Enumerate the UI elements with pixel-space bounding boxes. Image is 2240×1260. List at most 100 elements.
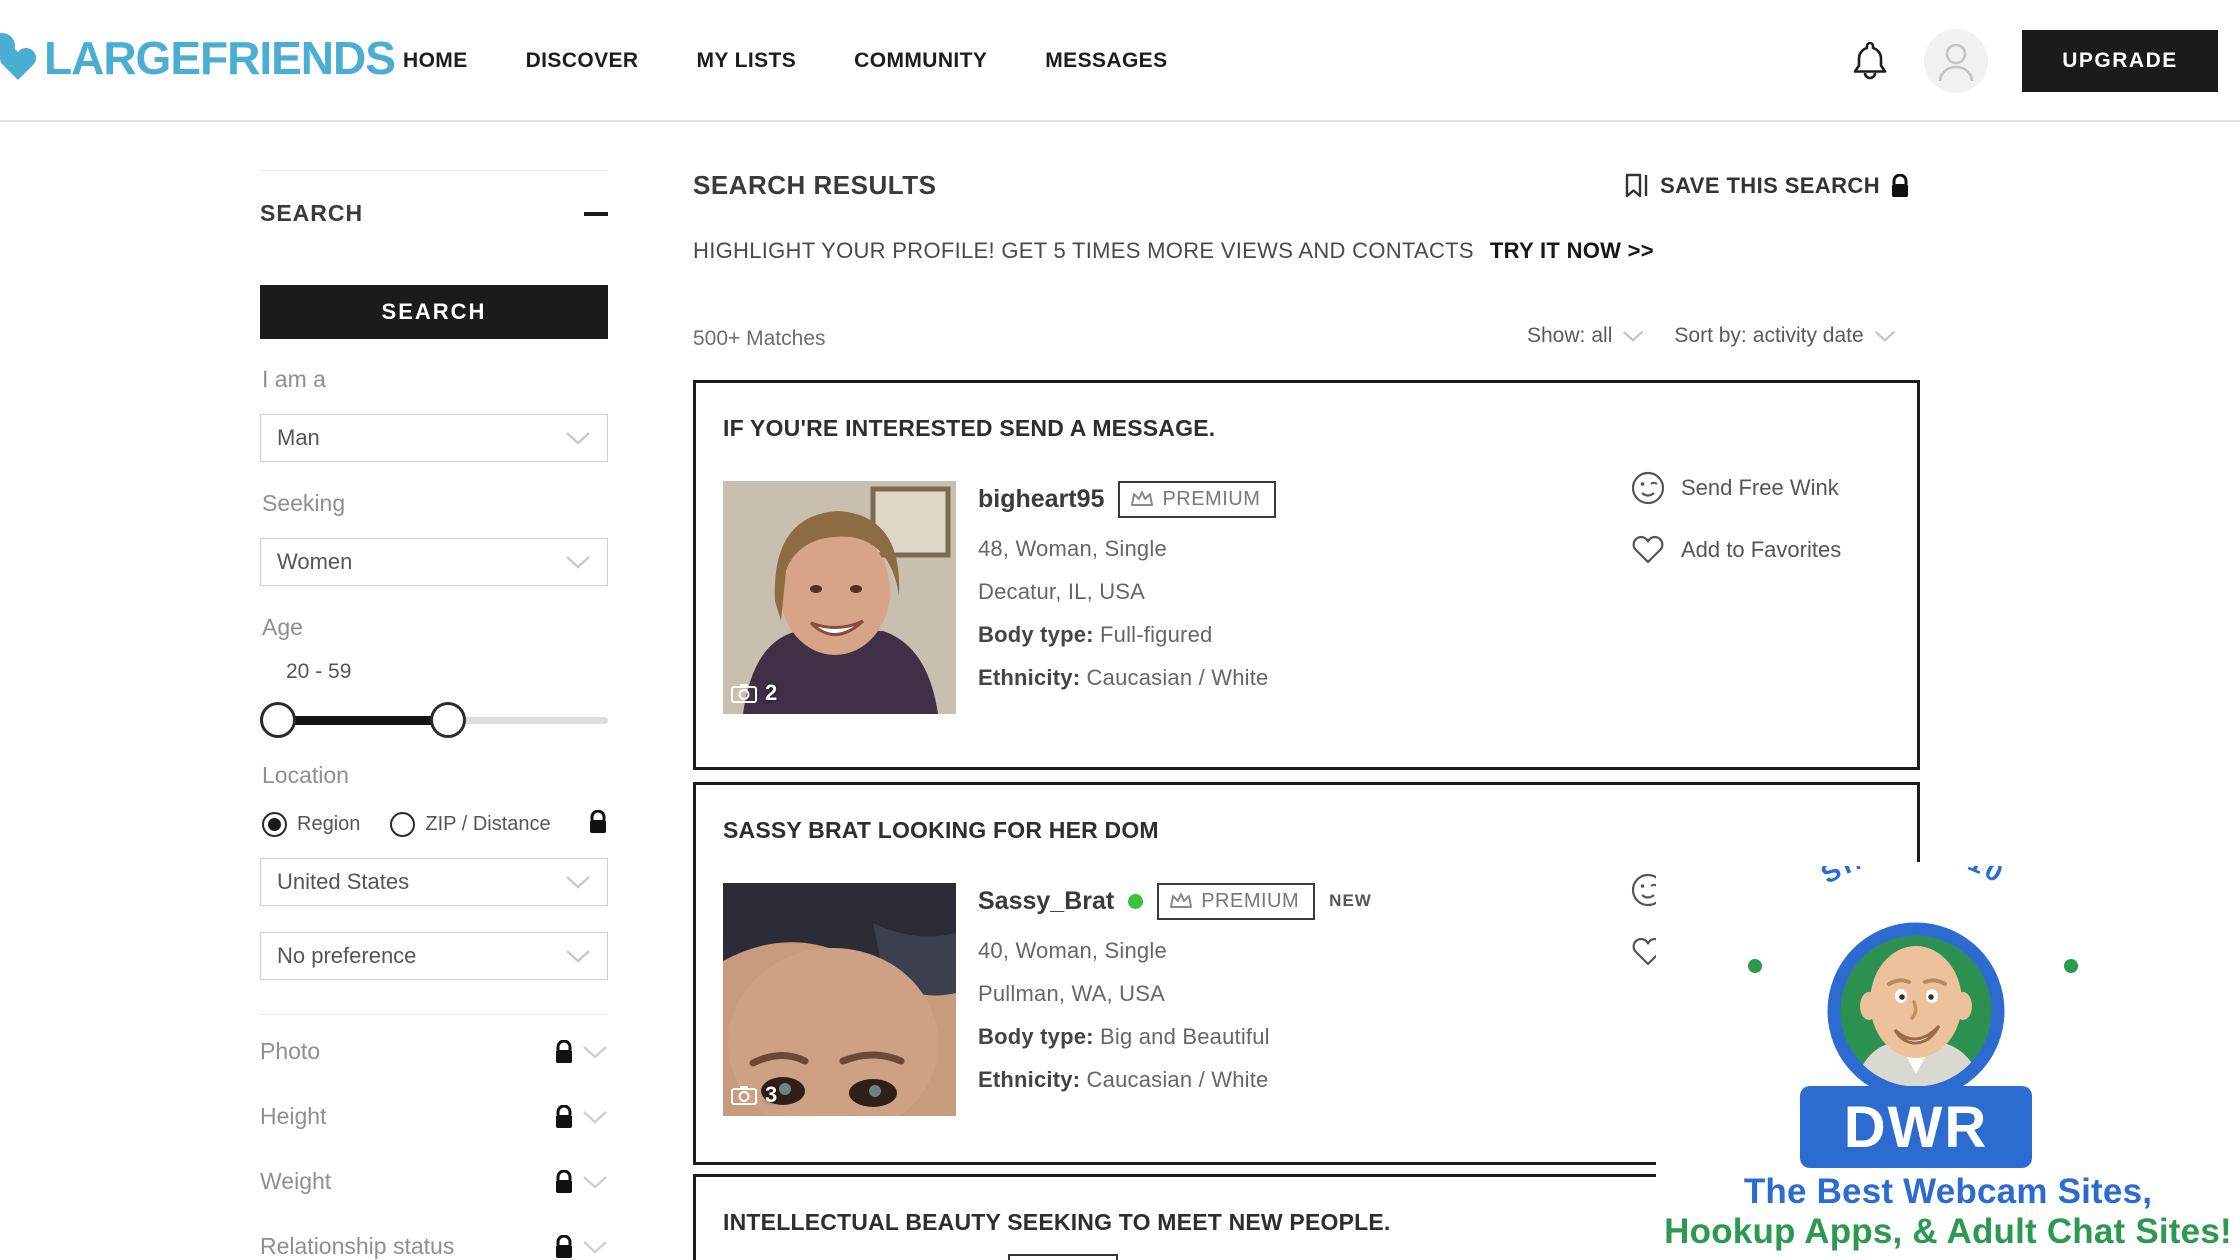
new-member-tag: NEW <box>1329 891 1372 911</box>
chevron-down-icon <box>565 949 591 963</box>
profile-info: Sassy_Brat PREMIUM NEW 40, Woman, Single… <box>978 881 1372 1093</box>
logo-heart-icon <box>0 30 44 86</box>
seeking-value: Women <box>277 549 352 575</box>
save-search-label: SAVE THIS SEARCH <box>1660 173 1880 199</box>
top-header: LARGEFRIENDS HOME DISCOVER MY LISTS COMM… <box>0 0 2240 122</box>
show-filter-dropdown[interactable]: Show: all <box>1527 324 1644 348</box>
chevron-down-icon <box>582 1175 608 1189</box>
header-right: UPGRADE <box>1850 0 2218 122</box>
ethnicity-value: Caucasian / White <box>1087 665 1269 690</box>
show-value: all <box>1591 324 1612 348</box>
nav-messages[interactable]: MESSAGES <box>1045 49 1167 73</box>
result-card-bigheart95: IF YOU'RE INTERESTED SEND A MESSAGE. <box>693 380 1920 770</box>
age-slider <box>260 702 608 738</box>
filter-height[interactable]: Height <box>260 1103 608 1130</box>
weight-filter-label: Weight <box>260 1168 331 1195</box>
chevron-down-icon <box>582 1110 608 1124</box>
upgrade-button[interactable]: UPGRADE <box>2022 30 2218 92</box>
body-type-label: Body type: <box>978 622 1094 647</box>
chevron-down-icon <box>1874 330 1896 342</box>
location-line: Pullman, WA, USA <box>978 981 1372 1007</box>
collapse-panel-icon[interactable] <box>584 212 608 216</box>
premium-badge: PREMIUM <box>1157 883 1315 920</box>
nav-my-lists[interactable]: MY LISTS <box>697 49 797 73</box>
filter-relationship-status[interactable]: Relationship status <box>260 1233 608 1260</box>
age-slider-handle-max[interactable] <box>430 702 466 738</box>
lock-icon <box>554 1105 574 1129</box>
ethnicity-value: Caucasian / White <box>1087 1067 1269 1092</box>
sort-value: activity date <box>1753 324 1864 348</box>
show-label: Show: <box>1527 324 1585 348</box>
profile-photo[interactable]: 3 <box>723 883 956 1116</box>
location-line: Decatur, IL, USA <box>978 579 1276 605</box>
country-select[interactable]: United States <box>260 858 608 906</box>
online-status-dot <box>1128 894 1143 909</box>
filter-photo[interactable]: Photo <box>260 1038 608 1065</box>
photo-count-badge: 2 <box>731 680 777 706</box>
add-to-favorites-button[interactable]: Add to Favorites <box>1631 534 1841 566</box>
photo-count-badge: 3 <box>731 1082 777 1108</box>
notifications-bell-icon[interactable] <box>1850 39 1890 83</box>
ethnicity-line: Ethnicity: Caucasian / White <box>978 665 1276 691</box>
i-am-a-value: Man <box>277 425 320 451</box>
state-preference-select[interactable]: No preference <box>260 932 608 980</box>
promo-try-it-now-link[interactable]: TRY IT NOW >> <box>1490 238 1654 264</box>
ethnicity-label: Ethnicity: <box>978 665 1080 690</box>
profile-info: bigheart95 PREMIUM 48, Woman, Single Dec… <box>978 479 1276 691</box>
age-gender-status: 48, Woman, Single <box>978 536 1276 562</box>
sidebar-search-button[interactable]: SEARCH <box>260 285 608 339</box>
i-am-a-label: I am a <box>262 366 326 393</box>
site-logo[interactable]: LARGEFRIENDS <box>8 30 395 86</box>
age-slider-fill <box>278 716 448 725</box>
nav-discover[interactable]: DISCOVER <box>526 49 639 73</box>
location-lock-icon <box>588 810 608 839</box>
i-am-a-select[interactable]: Man <box>260 414 608 462</box>
region-radio[interactable] <box>262 812 287 837</box>
profile-headline: SASSY BRAT LOOKING FOR HER DOM <box>723 817 1159 844</box>
age-gender-status: 40, Woman, Single <box>978 938 1372 964</box>
premium-label: PREMIUM <box>1201 890 1299 913</box>
preference-value: No preference <box>277 943 416 969</box>
age-slider-handle-min[interactable] <box>260 702 296 738</box>
chevron-down-icon <box>1622 330 1644 342</box>
profile-headline: INTELLECTUAL BEAUTY SEEKING TO MEET NEW … <box>723 1209 1391 1236</box>
location-radio-row: Region ZIP / Distance <box>262 810 608 839</box>
username-link[interactable]: Sassy_Brat <box>978 887 1114 916</box>
save-this-search[interactable]: SAVE THIS SEARCH <box>1624 172 1910 200</box>
sort-label: Sort by: <box>1674 324 1746 348</box>
nav-community[interactable]: COMMUNITY <box>854 49 987 73</box>
sidebar-divider-mid <box>260 1014 608 1015</box>
filter-weight[interactable]: Weight <box>260 1168 608 1195</box>
seeking-select[interactable]: Women <box>260 538 608 586</box>
dwr-tagline-line2: Hookup Apps, & Adult Chat Sites! <box>1656 1212 2240 1252</box>
send-free-wink-button[interactable]: Send Free Wink <box>1631 471 1841 505</box>
save-search-bookmark-icon <box>1624 172 1650 200</box>
camera-icon <box>731 1085 757 1105</box>
camera-icon <box>731 683 757 703</box>
username-link[interactable]: bigheart95 <box>978 485 1104 514</box>
logo-text: LARGEFRIENDS <box>44 31 395 85</box>
seeking-label: Seeking <box>262 490 345 517</box>
page-title: SEARCH RESULTS <box>693 170 936 201</box>
zip-distance-radio[interactable] <box>390 812 415 837</box>
main-nav: HOME DISCOVER MY LISTS COMMUNITY MESSAGE… <box>403 0 1168 122</box>
profile-photo[interactable]: 2 <box>723 481 956 714</box>
ethnicity-label: Ethnicity: <box>978 1067 1080 1092</box>
nav-home[interactable]: HOME <box>403 49 468 73</box>
favorites-label: Add to Favorites <box>1681 537 1841 563</box>
sort-by-dropdown[interactable]: Sort by: activity date <box>1674 324 1895 348</box>
body-type-label: Body type: <box>978 1024 1094 1049</box>
dwr-ad-overlay[interactable]: SINCE 2010 DW <box>1656 862 2240 1260</box>
chevron-down-icon <box>565 431 591 445</box>
chevron-down-icon <box>582 1240 608 1254</box>
chevron-down-icon <box>582 1045 608 1059</box>
location-label: Location <box>262 762 349 789</box>
wink-smiley-icon <box>1631 471 1665 505</box>
height-filter-label: Height <box>260 1103 326 1130</box>
dwr-mascot-face <box>1819 914 2013 1108</box>
zip-distance-label: ZIP / Distance <box>425 813 550 836</box>
profile-actions: Send Free Wink Add to Favorites <box>1631 471 1841 595</box>
heart-icon <box>1631 534 1665 566</box>
profile-avatar[interactable] <box>1924 29 1988 93</box>
region-radio-label: Region <box>297 813 360 836</box>
